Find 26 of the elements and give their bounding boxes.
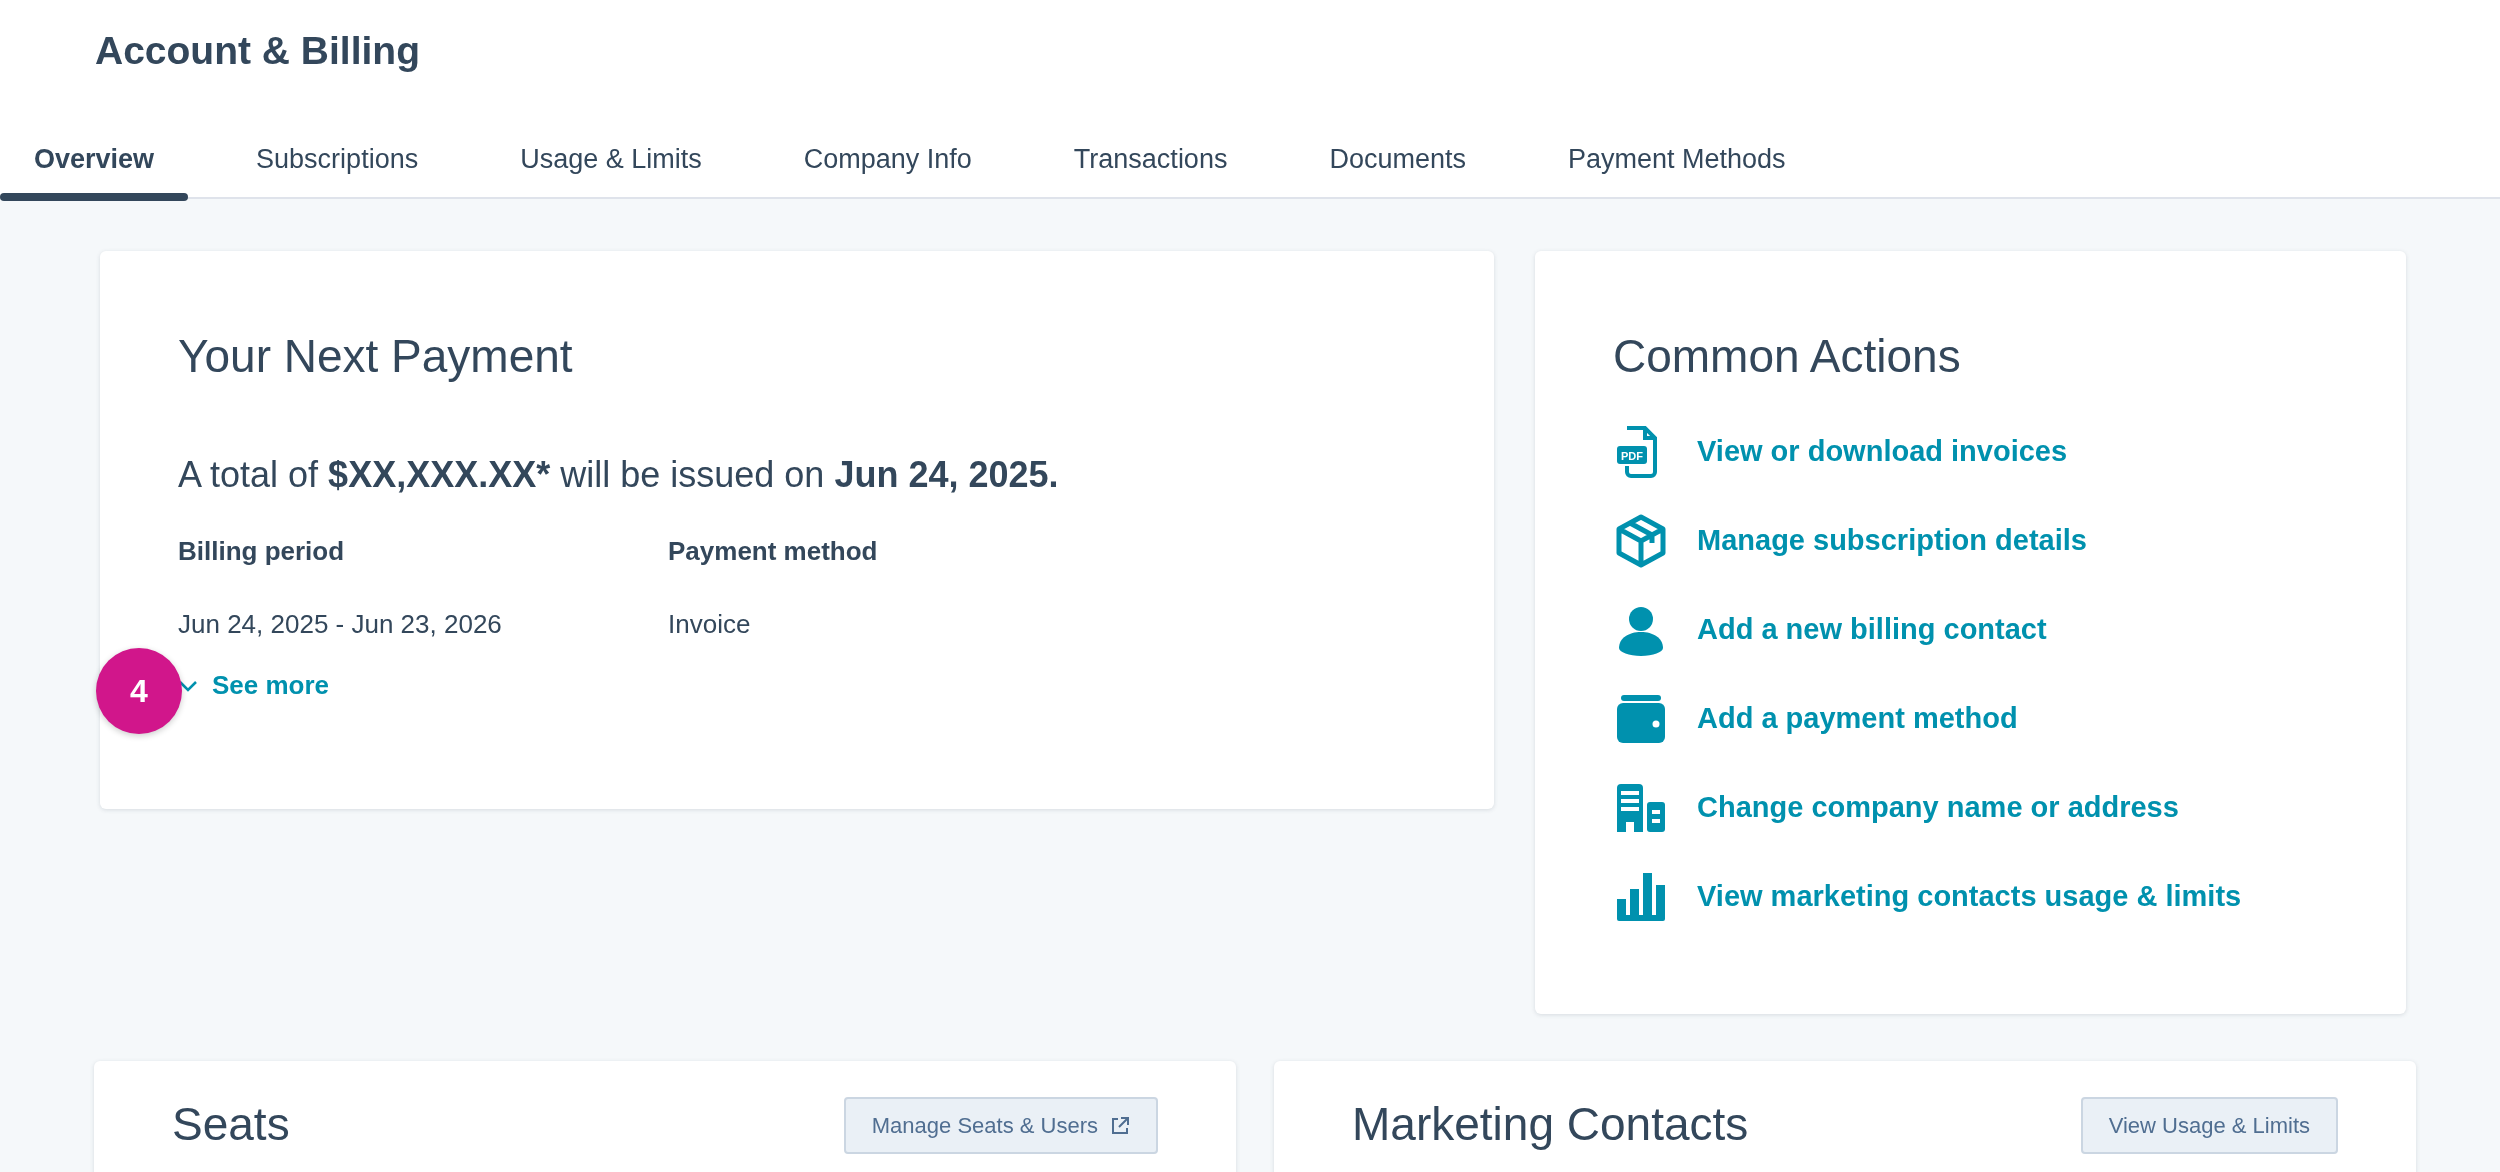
external-link-icon [1110, 1115, 1130, 1136]
card-button[interactable]: View Usage & Limits [2080, 1097, 2338, 1154]
card-title: Your Next Payment [178, 329, 574, 384]
tab[interactable]: Payment Methods [1533, 122, 1820, 197]
step-badge: 4 [96, 648, 182, 735]
field-label: Billing period [178, 535, 346, 569]
field-value: Jun 24, 2025 - Jun 23, 2026 [178, 608, 503, 642]
tab[interactable]: Company Info [769, 122, 1006, 197]
page-title: Account & Billing [94, 28, 421, 74]
action-link[interactable]: Add a payment method [1697, 697, 2018, 741]
tab[interactable]: Transactions [1039, 122, 1262, 197]
payment-summary: A total of $XX,XXX.XX* will be issued on Jun 24, 2025. [178, 453, 1060, 498]
card-title: Marketing Contacts [1352, 1097, 1749, 1152]
card-title: Common Actions [1613, 329, 1962, 384]
tab[interactable]: Documents [1295, 122, 1500, 197]
action-link[interactable]: View or download invoices [1697, 430, 2068, 474]
tab[interactable]: Subscriptions [222, 122, 453, 197]
action-link[interactable]: Manage subscription details [1697, 519, 2087, 563]
tab[interactable]: Usage & Limits [486, 122, 736, 197]
action-link[interactable]: View marketing contacts usage & limits [1697, 875, 2242, 919]
action-link[interactable]: Change company name or address [1697, 786, 2179, 830]
card-title: Seats [172, 1097, 290, 1152]
field-value: Invoice [668, 608, 752, 642]
action-link[interactable]: Add a new billing contact [1697, 608, 2047, 652]
field-label: Payment method [668, 535, 879, 569]
card-button[interactable]: Manage Seats & Users [843, 1097, 1158, 1154]
